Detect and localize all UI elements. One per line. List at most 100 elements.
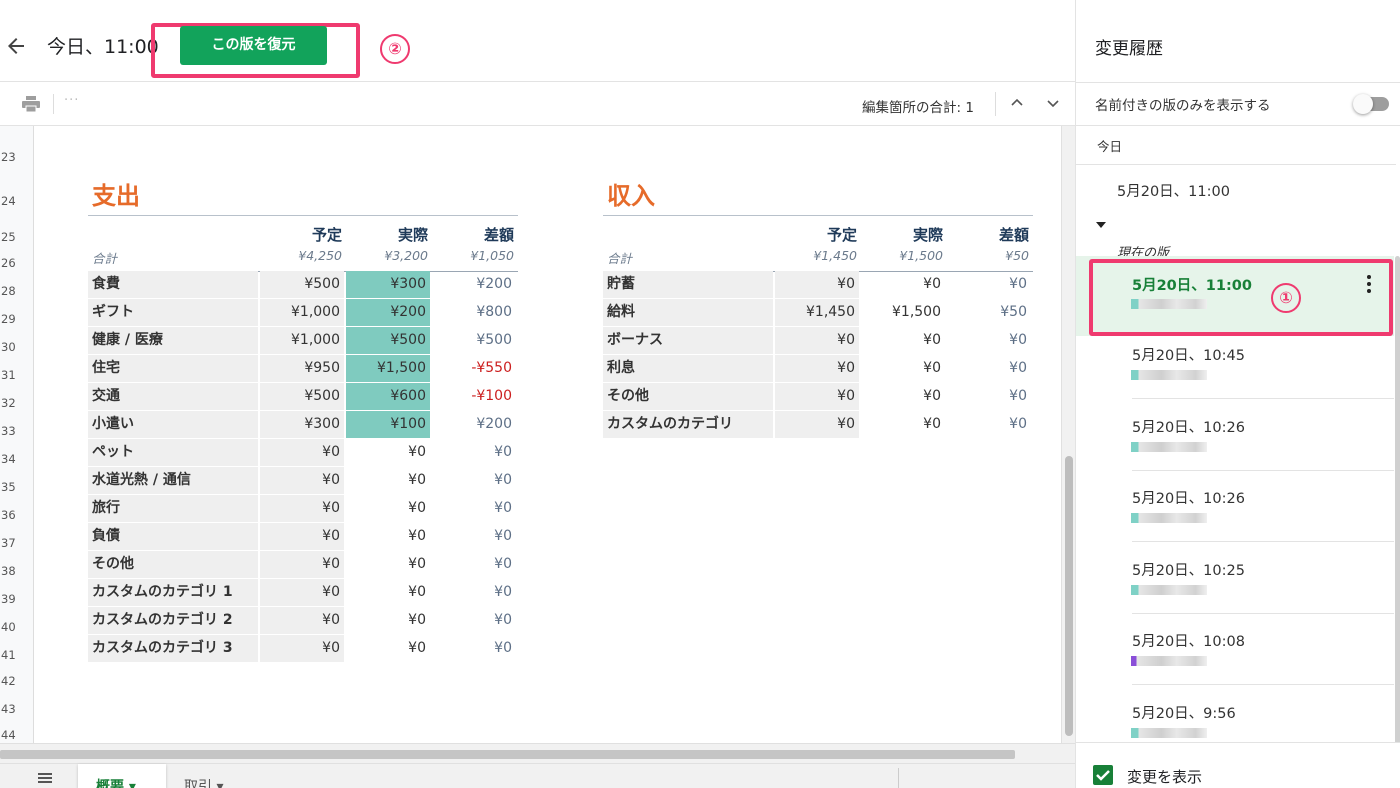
row-number: 26 <box>1 256 16 270</box>
version-item[interactable]: 5月20日、10:25 <box>1076 551 1394 622</box>
expenses-cell-actual: ¥600 <box>346 383 430 410</box>
version-divider <box>1132 398 1394 399</box>
income-cell-label: ボーナス <box>603 327 773 354</box>
row-number: 32 <box>1 396 16 410</box>
show-changes-checkbox[interactable] <box>1093 765 1113 785</box>
version-divider <box>1132 469 1394 471</box>
expenses-cell-planned: ¥0 <box>260 523 344 550</box>
income-cell-actual: ¥1,500 <box>892 304 941 320</box>
named-versions-toggle[interactable] <box>1353 94 1391 114</box>
collapse-caret-icon[interactable] <box>1096 222 1106 228</box>
expenses-cell-label: 住宅 <box>88 355 258 382</box>
row-number: 31 <box>1 368 16 382</box>
vertical-scroll-thumb[interactable] <box>1065 456 1073 736</box>
income-cell-diff: ¥0 <box>1009 388 1027 404</box>
expenses-cell-planned: ¥0 <box>260 551 344 578</box>
chevron-down-icon[interactable] <box>1047 97 1059 109</box>
version-item[interactable]: 5月20日、10:08 <box>1076 622 1394 693</box>
top-bar: 今日、11:00 この版を復元 ② <box>0 0 1075 82</box>
income-total-diff: ¥50 <box>1005 248 1029 263</box>
expenses-cell-diff: ¥0 <box>494 500 512 516</box>
version-date: 5月20日、10:26 <box>1132 491 1245 507</box>
expenses-cell-label: カスタムのカテゴリ 2 <box>88 607 258 634</box>
back-arrow-icon[interactable] <box>4 34 28 58</box>
expenses-cell-actual: ¥0 <box>408 612 426 628</box>
expenses-cell-diff: -¥550 <box>471 360 512 376</box>
expenses-cell-label: 旅行 <box>88 495 258 522</box>
expenses-cell-actual: ¥500 <box>346 327 430 354</box>
version-date: 5月20日、11:00 <box>1117 184 1230 200</box>
expenses-cell-actual: ¥0 <box>408 472 426 488</box>
annotation-marker-2: ② <box>380 34 410 64</box>
row-number: 30 <box>1 340 16 354</box>
expenses-header-diff: 差額 <box>483 226 514 244</box>
panel-footer: 変更を表示 <box>1076 742 1400 788</box>
expenses-total-planned: ¥4,250 <box>298 248 342 263</box>
panel-scrollbar[interactable] <box>1395 256 1400 742</box>
spreadsheet-grid: 支出 予定 実際 差額 合計 ¥4,250 ¥3,200 ¥1,050 食費 ¥5… <box>35 126 1060 743</box>
editor-name-redacted <box>1131 513 1207 523</box>
income-divider <box>603 215 1033 216</box>
expenses-cell-diff: ¥800 <box>476 304 512 320</box>
expenses-cell-actual: ¥0 <box>408 528 426 544</box>
vertical-scrollbar[interactable] <box>1061 126 1075 743</box>
horizontal-scroll-thumb[interactable] <box>0 750 1015 759</box>
more-options-icon[interactable]: ··· <box>64 93 79 108</box>
editor-name-redacted <box>1131 727 1207 738</box>
version-item[interactable]: 5月20日、9:56 <box>1076 694 1394 743</box>
expenses-cell-diff: ¥200 <box>476 276 512 292</box>
row-header-column: 23 24 25 26 28 29 30 31 32 33 34 35 36 37 38 39 40 41 42 43… <box>0 126 34 743</box>
income-cell-diff: ¥0 <box>1009 416 1027 432</box>
print-icon[interactable] <box>22 96 40 112</box>
row-number: 23 <box>1 150 16 164</box>
expenses-cell-label: 交通 <box>88 383 258 410</box>
sheet-tab-transactions[interactable]: 取引 ▾ <box>168 764 252 788</box>
sheet-tab-summary[interactable]: 概要 ▾ <box>78 764 166 788</box>
version-item[interactable]: 5月20日、10:45 <box>1076 336 1394 407</box>
all-sheets-menu-icon[interactable] <box>38 773 52 783</box>
income-cell-label: 給料 <box>603 299 773 326</box>
expenses-cell-actual: ¥0 <box>408 444 426 460</box>
version-history-app: 今日、11:00 この版を復元 ② ··· 編集箇所の合計: 1 23 24 25 2… <box>0 0 1400 788</box>
expenses-cell-diff: ¥500 <box>476 332 512 348</box>
expenses-cell-diff: ¥0 <box>494 556 512 572</box>
total-edits-label: 編集箇所の合計: 1 <box>862 100 974 116</box>
row-number: 33 <box>1 424 16 438</box>
toggle-knob <box>1353 94 1373 114</box>
version-item[interactable]: 5月20日、10:26 <box>1076 479 1394 550</box>
expenses-cell-actual: ¥0 <box>408 556 426 572</box>
version-date: 5月20日、10:08 <box>1132 634 1245 650</box>
expenses-cell-diff: ¥0 <box>494 640 512 656</box>
expenses-total-diff: ¥1,050 <box>470 248 514 263</box>
income-cell-label: カスタムのカテゴリ <box>603 411 773 438</box>
income-cell-label: 貯蓄 <box>603 271 773 298</box>
version-date: 5月20日、10:26 <box>1132 419 1245 436</box>
row-number: 44 <box>1 728 16 742</box>
chevron-up-icon[interactable] <box>1011 97 1023 109</box>
expenses-cell-planned: ¥950 <box>260 355 344 382</box>
horizontal-scrollbar[interactable] <box>0 743 1075 763</box>
version-title: 今日、11:00 <box>47 36 159 58</box>
sheet-tabs-bar: 概要 ▾ 取引 ▾ <box>0 763 1075 788</box>
expenses-cell-actual: ¥0 <box>408 584 426 600</box>
editor-name-redacted <box>1131 370 1207 380</box>
income-cell-diff: ¥0 <box>1009 276 1027 292</box>
version-divider <box>1132 541 1394 542</box>
row-number: 40 <box>1 620 16 634</box>
expenses-total-label: 合計 <box>92 251 118 266</box>
version-list: 今日 5月20日、11:00 現在の版 5月20日、11:00 5月20日、10… <box>1076 126 1400 742</box>
current-version-item[interactable]: 5月20日、11:00 現在の版 <box>1076 164 1394 276</box>
restore-version-button[interactable]: この版を復元 <box>180 26 327 65</box>
row-number: 24 <box>1 194 16 208</box>
expenses-cell-diff: ¥0 <box>494 444 512 460</box>
version-item[interactable]: 5月20日、10:26 <box>1076 408 1394 479</box>
row-number: 41 <box>1 648 16 662</box>
expenses-cell-planned: ¥1,000 <box>260 299 344 326</box>
row-number: 29 <box>1 312 16 326</box>
version-divider <box>1132 684 1394 685</box>
expenses-title: 支出 <box>92 182 140 210</box>
expenses-cell-diff: ¥0 <box>494 528 512 544</box>
expenses-cell-planned: ¥0 <box>260 579 344 606</box>
income-cell-actual: ¥0 <box>923 360 941 376</box>
expenses-cell-label: ペット <box>88 439 258 466</box>
